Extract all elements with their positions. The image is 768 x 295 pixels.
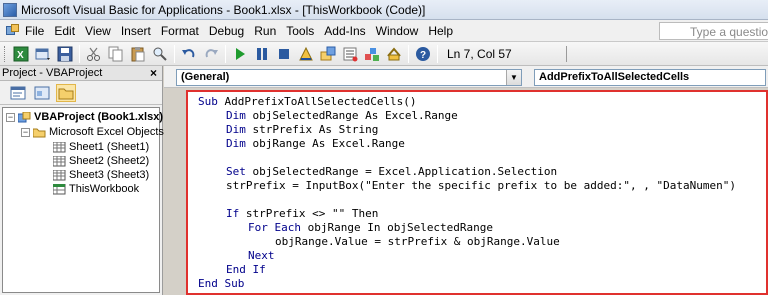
insert-userform-icon[interactable] <box>35 46 51 62</box>
help-icon[interactable]: ? <box>415 46 431 62</box>
svg-text:?: ? <box>420 50 426 61</box>
project-explorer-icon[interactable] <box>320 46 336 62</box>
menu-bar: File Edit View Insert Format Debug Run T… <box>0 20 768 42</box>
object-dropdown[interactable]: (General) ▼ <box>176 69 522 86</box>
worksheet-icon <box>52 141 66 153</box>
workbook-icon <box>52 183 66 195</box>
menu-view[interactable]: View <box>80 24 116 38</box>
cursor-position: Ln 7, Col 57 <box>447 46 512 61</box>
tree-node-sheet1[interactable]: Sheet1 (Sheet1) <box>52 141 150 153</box>
tree-label-thisworkbook: ThisWorkbook <box>69 183 140 195</box>
project-tree: − VBAProject (Book1.xlsx) − Microsoft Ex… <box>2 107 164 293</box>
save-icon[interactable] <box>57 46 73 62</box>
menu-debug[interactable]: Debug <box>204 24 249 38</box>
code-editor[interactable]: Sub AddPrefixToAllSelectedCells() Dim ob… <box>186 90 768 295</box>
svg-text:X: X <box>17 50 24 61</box>
find-icon[interactable] <box>152 46 168 62</box>
worksheet-icon <box>52 155 66 167</box>
toolbar-grip[interactable] <box>4 45 7 62</box>
menu-insert[interactable]: Insert <box>116 24 156 38</box>
standard-toolbar: X ? Ln 7, Col 57 <box>0 42 768 66</box>
toolbar-separator <box>225 44 226 63</box>
toolbar-options-icon[interactable] <box>566 46 576 62</box>
code-dropdown-bar: (General) ▼ AddPrefixToAllSelectedCells <box>164 66 768 88</box>
copy-icon[interactable] <box>108 46 124 62</box>
procedure-dropdown[interactable]: AddPrefixToAllSelectedCells <box>534 69 766 86</box>
paste-icon[interactable] <box>130 46 146 62</box>
toolbox-icon[interactable] <box>386 46 402 62</box>
procedure-dropdown-value: AddPrefixToAllSelectedCells <box>539 71 690 83</box>
tree-label-folder: Microsoft Excel Objects <box>49 126 164 138</box>
tree-node-sheet3[interactable]: Sheet3 (Sheet3) <box>52 169 150 181</box>
menu-window[interactable]: Window <box>371 24 424 38</box>
help-search-input[interactable]: Type a question for <box>659 22 768 40</box>
collapse-icon[interactable]: − <box>6 112 15 122</box>
undo-icon[interactable] <box>181 46 197 62</box>
tree-node-thisworkbook[interactable]: ThisWorkbook <box>52 183 140 195</box>
reset-icon[interactable] <box>276 46 292 62</box>
code-line[interactable]: Next <box>248 249 275 263</box>
redo-icon[interactable] <box>203 46 219 62</box>
menu-format[interactable]: Format <box>156 24 204 38</box>
object-dropdown-value: (General) <box>181 71 230 83</box>
project-explorer: Project - VBAProject × − VBAProject (Boo… <box>0 66 164 295</box>
menu-edit[interactable]: Edit <box>49 24 80 38</box>
code-line[interactable]: End If <box>226 263 266 277</box>
toggle-folders-icon[interactable] <box>56 83 76 102</box>
vba-project-icon <box>17 111 31 123</box>
menu-tools[interactable]: Tools <box>281 24 319 38</box>
object-browser-icon[interactable] <box>364 46 380 62</box>
tree-label-sheet3: Sheet3 (Sheet3) <box>69 169 150 181</box>
view-object-icon[interactable] <box>32 84 52 102</box>
toolbar-separator <box>79 44 80 63</box>
tree-node-sheet2[interactable]: Sheet2 (Sheet2) <box>52 155 150 167</box>
vba-app-icon <box>3 2 17 17</box>
menu-file[interactable]: File <box>23 24 49 38</box>
code-line[interactable]: Sub AddPrefixToAllSelectedCells() <box>198 95 417 109</box>
properties-window-icon[interactable] <box>342 46 358 62</box>
cut-icon[interactable] <box>86 46 102 62</box>
code-line[interactable]: If strPrefix <> "" Then <box>226 207 378 221</box>
break-icon[interactable] <box>254 46 270 62</box>
tree-label-sheet1: Sheet1 (Sheet1) <box>69 141 150 153</box>
tree-label-sheet2: Sheet2 (Sheet2) <box>69 155 150 167</box>
toolbar-separator <box>408 44 409 63</box>
code-line[interactable]: strPrefix = InputBox("Enter the specific… <box>226 179 736 193</box>
tree-label-project: VBAProject (Book1.xlsx) <box>34 111 163 123</box>
view-excel-icon[interactable]: X <box>13 46 29 62</box>
design-mode-icon[interactable] <box>298 46 314 62</box>
project-toolbar <box>0 81 162 105</box>
toolbar-separator <box>174 44 175 63</box>
code-line[interactable]: Dim objSelectedRange As Excel.Range <box>226 109 458 123</box>
chevron-down-icon[interactable]: ▼ <box>506 70 521 85</box>
title-bar: Microsoft Visual Basic for Applications … <box>0 0 768 20</box>
excel-view-icon[interactable] <box>6 24 20 37</box>
view-code-icon[interactable] <box>8 84 28 102</box>
collapse-icon[interactable]: − <box>21 127 30 137</box>
close-icon[interactable]: × <box>147 67 160 80</box>
project-title: Project - VBAProject <box>2 67 103 79</box>
toolbar-separator <box>437 44 438 63</box>
code-line[interactable]: objRange.Value = strPrefix & objRange.Va… <box>275 235 560 249</box>
code-line[interactable]: Dim objRange As Excel.Range <box>226 137 405 151</box>
tree-node-project[interactable]: − VBAProject (Book1.xlsx) <box>6 111 163 123</box>
window-title: Microsoft Visual Basic for Applications … <box>21 2 426 17</box>
code-line[interactable]: End Sub <box>198 277 244 291</box>
run-icon[interactable] <box>232 46 248 62</box>
menu-help[interactable]: Help <box>423 24 458 38</box>
code-line[interactable]: Set objSelectedRange = Excel.Application… <box>226 165 557 179</box>
menu-add-ins[interactable]: Add-Ins <box>319 24 370 38</box>
project-header: Project - VBAProject × <box>0 66 162 81</box>
menu-run[interactable]: Run <box>249 24 281 38</box>
code-line[interactable]: For Each objRange In objSelectedRange <box>248 221 493 235</box>
worksheet-icon <box>52 169 66 181</box>
code-line[interactable]: Dim strPrefix As String <box>226 123 378 137</box>
tree-node-folder[interactable]: − Microsoft Excel Objects <box>21 126 164 138</box>
folder-icon <box>32 127 46 138</box>
